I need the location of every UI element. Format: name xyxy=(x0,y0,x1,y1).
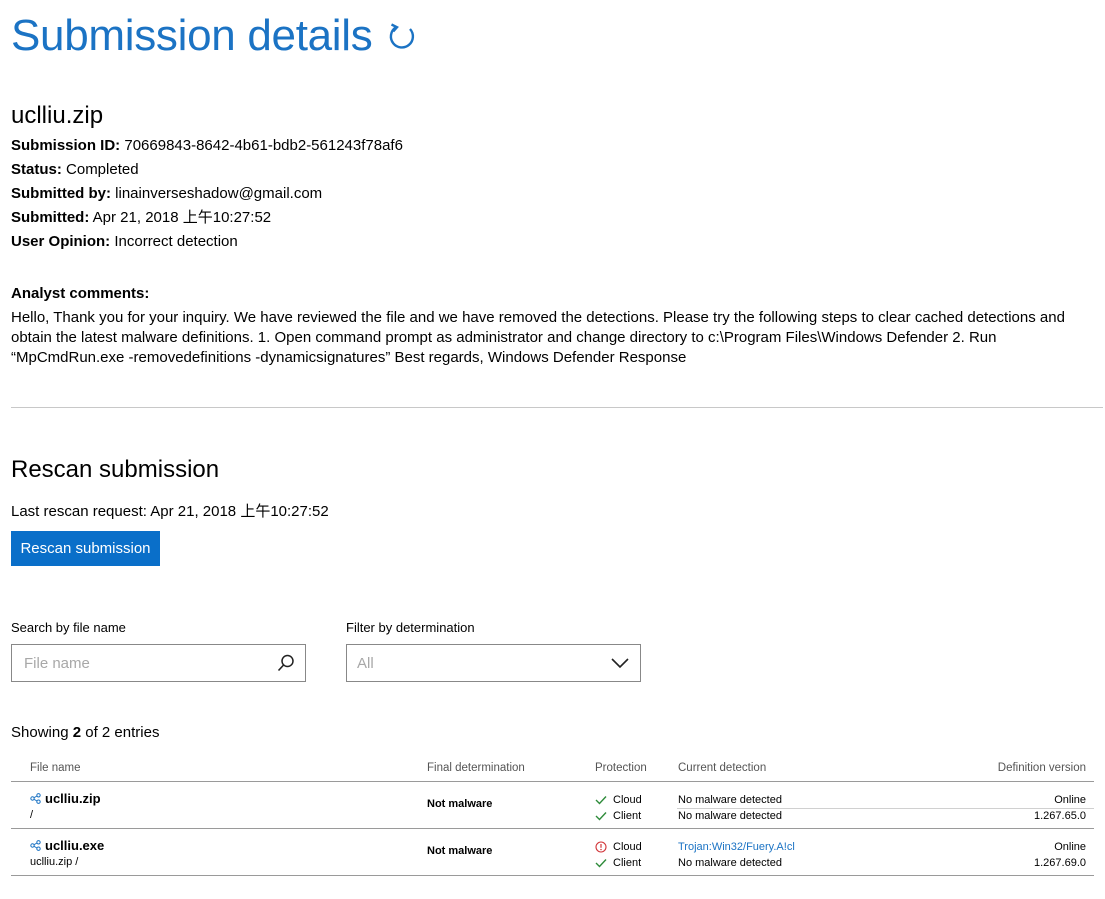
checkmark-icon xyxy=(595,812,607,821)
user-opinion-label: User Opinion: xyxy=(11,233,111,250)
filter-label: Filter by determination xyxy=(346,620,475,635)
col-final-determination[interactable]: Final determination xyxy=(427,762,525,774)
status-row: Status: Completed xyxy=(11,158,403,182)
rescan-section-title: Rescan submission xyxy=(11,456,220,483)
search-label: Search by file name xyxy=(11,620,126,635)
submission-meta: Submission ID: 70669843-8642-4b61-bdb2-5… xyxy=(11,134,403,254)
checkmark-icon xyxy=(595,796,607,805)
protection-cell: Cloud Client xyxy=(595,792,642,824)
showing-suffix: of 2 entries xyxy=(81,724,160,741)
file-name-line: uclliu.zip xyxy=(30,791,101,806)
search-icon[interactable] xyxy=(276,653,296,673)
submitted-by-value: linainverseshadow@gmail.com xyxy=(115,185,323,202)
submission-id-row: Submission ID: 70669843-8642-4b61-bdb2-5… xyxy=(11,134,403,158)
showing-entries: Showing 2 of 2 entries xyxy=(11,724,159,741)
status-label: Status: xyxy=(11,161,62,178)
definition-version-cell: Online 1.267.65.0 xyxy=(1034,792,1086,824)
col-file-name[interactable]: File name xyxy=(30,762,81,774)
table-row: uclliu.exe uclliu.zip / Not malware Clou… xyxy=(11,829,1094,876)
determination-filter-dropdown[interactable]: All xyxy=(346,644,641,682)
protection-cloud-label: Cloud xyxy=(613,794,642,806)
results-table: File name Final determination Protection… xyxy=(11,760,1094,876)
submission-id-value: 70669843-8642-4b61-bdb2-561243f78af6 xyxy=(124,137,403,154)
user-opinion-row: User Opinion: Incorrect detection xyxy=(11,230,403,254)
col-protection[interactable]: Protection xyxy=(595,762,647,774)
version-cloud: Online xyxy=(1054,794,1086,806)
table-row: uclliu.zip / Not malware Cloud Client No… xyxy=(11,782,1094,829)
search-box xyxy=(11,644,306,682)
protection-cell: Cloud Client xyxy=(595,839,642,871)
page-title: Submission details xyxy=(11,11,373,60)
col-definition-version[interactable]: Definition version xyxy=(998,762,1086,774)
submitted-by-row: Submitted by: linainverseshadow@gmail.co… xyxy=(11,182,403,206)
file-name-line: uclliu.exe xyxy=(30,838,104,853)
protection-cloud-label: Cloud xyxy=(613,841,642,853)
protection-cloud: Cloud xyxy=(595,839,642,855)
table-header: File name Final determination Protection… xyxy=(11,760,1094,782)
submitted-date-label: Submitted: xyxy=(11,209,90,226)
rescan-submission-button[interactable]: Rescan submission xyxy=(11,531,160,566)
current-detection-cell: Trojan:Win32/Fuery.A!cl No malware detec… xyxy=(678,839,795,871)
section-divider xyxy=(11,407,1103,408)
final-determination: Not malware xyxy=(427,845,493,857)
final-determination: Not malware xyxy=(427,798,493,810)
checkmark-icon xyxy=(595,859,607,868)
protection-cloud: Cloud xyxy=(595,792,642,808)
chevron-down-icon xyxy=(611,658,629,669)
file-path: uclliu.zip / xyxy=(30,856,79,868)
title-row: Submission details xyxy=(11,8,418,64)
col-current-detection[interactable]: Current detection xyxy=(678,762,766,774)
user-opinion-value: Incorrect detection xyxy=(114,233,238,250)
detection-client: No malware detected xyxy=(678,810,782,822)
submission-id-label: Submission ID: xyxy=(11,137,121,154)
detection-cloud: No malware detected xyxy=(678,794,782,806)
submitted-file-name: uclliu.zip xyxy=(11,102,104,129)
detection-client: No malware detected xyxy=(678,857,782,869)
file-cell: uclliu.exe uclliu.zip / xyxy=(30,838,104,868)
submitted-date-value: Apr 21, 2018 上午10:27:52 xyxy=(92,209,272,226)
version-client: 1.267.65.0 xyxy=(1034,810,1086,822)
determination-filter-value: All xyxy=(357,654,374,672)
last-rescan-request: Last rescan request: Apr 21, 2018 上午10:2… xyxy=(11,503,329,520)
file-path: / xyxy=(30,809,34,821)
submitted-date-row: Submitted: Apr 21, 2018 上午10:27:52 xyxy=(11,206,403,230)
protection-client-label: Client xyxy=(613,857,642,869)
analyst-comments-label: Analyst comments: xyxy=(11,285,150,302)
version-client: 1.267.69.0 xyxy=(1034,857,1086,869)
file-name: uclliu.zip xyxy=(45,791,101,806)
submitted-by-label: Submitted by: xyxy=(11,185,111,202)
current-detection-cell: No malware detected No malware detected xyxy=(678,792,788,824)
threat-detection-link[interactable]: Trojan:Win32/Fuery.A!cl xyxy=(678,839,795,855)
file-tree-icon xyxy=(30,840,41,851)
analyst-comments-text: Hello, Thank you for your inquiry. We ha… xyxy=(11,309,1065,366)
showing-count: 2 xyxy=(72,724,82,741)
file-name: uclliu.exe xyxy=(45,838,105,853)
protection-client-label: Client xyxy=(613,810,642,822)
showing-prefix: Showing xyxy=(11,724,73,741)
protection-client: Client xyxy=(595,855,642,871)
file-cell: uclliu.zip / xyxy=(30,791,101,821)
status-value: Completed xyxy=(66,161,139,178)
refresh-icon[interactable] xyxy=(386,20,418,52)
definition-version-cell: Online 1.267.69.0 xyxy=(1034,839,1086,871)
analyst-comments: Analyst comments: Hello, Thank you for y… xyxy=(11,284,1081,368)
protection-client: Client xyxy=(595,808,642,824)
file-tree-icon xyxy=(30,793,41,804)
version-cloud: Online xyxy=(1054,841,1086,853)
file-name-search-input[interactable] xyxy=(22,647,276,679)
alert-icon xyxy=(595,841,607,853)
